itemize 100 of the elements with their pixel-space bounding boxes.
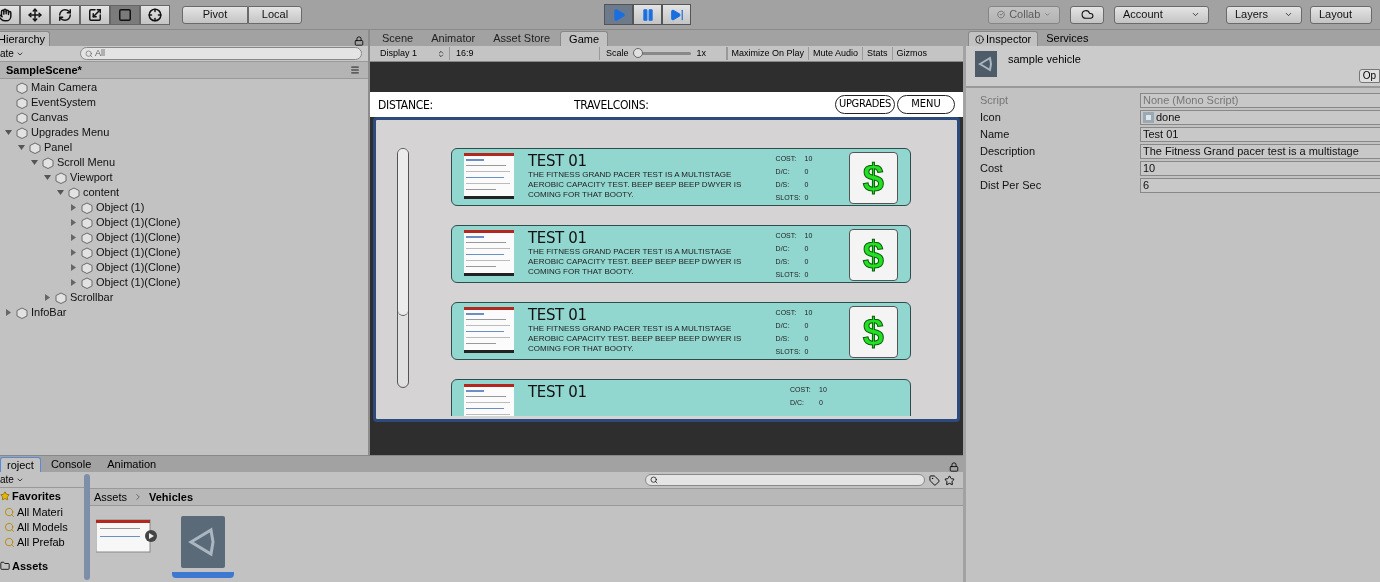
card-description: THE FITNESS GRAND PACER TEST IS A MULTISTAGE AEROBIC CAPACITY TEST. BEEP BEEP BEEP DWYER IS COMING FOR THAT BOOTY.	[528, 247, 743, 277]
collapsed-arrow-icon[interactable]	[69, 263, 78, 272]
transform-icon[interactable]	[140, 4, 170, 25]
hierarchy-item[interactable]: Scrollbar	[70, 289, 114, 306]
collapsed-arrow-icon[interactable]	[4, 308, 13, 317]
pause-button[interactable]	[633, 4, 662, 25]
hierarchy-item[interactable]: Object (1)(Clone)	[96, 229, 181, 246]
field-input[interactable]: The Fitness Grand pacer test is a multistage	[1140, 143, 1380, 159]
expanded-arrow-icon[interactable]	[56, 188, 65, 197]
field-input[interactable]: 10	[1140, 160, 1380, 176]
rect-icon[interactable]	[110, 4, 140, 25]
cube-icon	[55, 291, 67, 304]
favorites-label: Favorites	[12, 489, 61, 504]
view-tab[interactable]: Animator	[423, 31, 484, 46]
favorite-item[interactable]: All Materi	[17, 503, 63, 521]
cloud-button[interactable]	[1070, 5, 1104, 24]
search-icon	[85, 49, 93, 58]
panel-tab[interactable]: Console	[44, 457, 98, 472]
search-icon	[4, 536, 15, 548]
collapsed-arrow-icon[interactable]	[69, 278, 78, 287]
hierarchy-item[interactable]: Object (1)	[96, 199, 145, 216]
collapsed-arrow-icon[interactable]	[43, 293, 52, 302]
field-input[interactable]: Test 01	[1140, 126, 1380, 142]
asset-tile[interactable]	[172, 516, 234, 578]
breadcrumb-item[interactable]: Assets	[94, 488, 127, 506]
collapsed-arrow-icon[interactable]	[69, 218, 78, 227]
hierarchy-item[interactable]: InfoBar	[31, 304, 67, 321]
game-toolbar-button[interactable]: Maximize On Play	[726, 46, 809, 61]
local-button[interactable]: Local	[248, 5, 302, 24]
hierarchy-item[interactable]: Scroll Menu	[57, 154, 116, 171]
hierarchy-item[interactable]: Panel	[44, 139, 73, 156]
collapsed-arrow-icon[interactable]	[69, 233, 78, 242]
layout-button[interactable]: Layout	[1310, 5, 1372, 24]
game-toolbar-button[interactable]: Stats	[862, 46, 892, 61]
expanded-arrow-icon[interactable]	[43, 173, 52, 182]
slider-thumb[interactable]	[632, 48, 643, 58]
rotate-icon[interactable]	[50, 4, 80, 25]
card-title: TEST 01	[528, 307, 588, 324]
view-tab[interactable]: Game	[560, 31, 609, 46]
panel-tab[interactable]: Animation	[101, 457, 163, 472]
field-input[interactable]: 6	[1140, 177, 1380, 193]
cube-icon	[81, 201, 93, 214]
search-icon	[4, 521, 15, 533]
panel-tab[interactable]: roject	[0, 457, 41, 472]
hierarchy-item[interactable]: Canvas	[31, 109, 69, 126]
create-dropdown[interactable]: ate	[0, 46, 70, 61]
menu-icon[interactable]	[350, 65, 360, 75]
hierarchy-item[interactable]: Object (1)(Clone)	[96, 274, 181, 291]
pivot-button[interactable]: Pivot	[182, 5, 248, 24]
lock-icon[interactable]	[949, 462, 959, 472]
cube-icon	[16, 81, 28, 94]
view-tab[interactable]: Scene	[374, 31, 422, 46]
hierarchy-item[interactable]: Main Camera	[31, 79, 98, 96]
field-label: Dist Per Sec	[980, 177, 1043, 193]
open-button[interactable]: Op	[1358, 69, 1380, 83]
field-input[interactable]: done	[1140, 109, 1380, 125]
layers-button[interactable]: Layers	[1226, 5, 1302, 24]
expanded-arrow-icon[interactable]	[30, 158, 39, 167]
move-icon[interactable]	[20, 4, 50, 25]
image-icon	[1143, 111, 1154, 123]
search-icon	[4, 506, 15, 518]
hand-icon[interactable]	[0, 4, 20, 25]
aspect-dropdown[interactable]: 16:9	[450, 46, 600, 61]
hierarchy-item[interactable]: Upgrades Menu	[31, 124, 110, 141]
lock-icon[interactable]	[354, 36, 364, 46]
expanded-arrow-icon[interactable]	[4, 128, 13, 137]
game-toolbar-button[interactable]: Mute Audio	[808, 46, 863, 61]
field-label: Cost	[980, 160, 1004, 176]
display-dropdown[interactable]: Display 1	[370, 46, 450, 61]
cube-icon	[16, 96, 28, 109]
hierarchy-item[interactable]: Object (1)(Clone)	[96, 214, 181, 231]
game-toolbar-button[interactable]: Gizmos	[891, 46, 932, 61]
scale-icon[interactable]	[80, 4, 110, 25]
scrollbar-track[interactable]	[397, 148, 409, 388]
favorite-item[interactable]: All Prefab	[17, 533, 65, 551]
view-tab[interactable]: Asset Store	[485, 31, 559, 46]
search-field[interactable]	[645, 474, 925, 486]
account-button[interactable]: Account	[1114, 5, 1209, 24]
inspector-tab[interactable]: Services	[1040, 31, 1095, 46]
scrollbar-thumb[interactable]	[398, 149, 408, 316]
tag-icon[interactable]	[929, 474, 940, 486]
collapsed-arrow-icon[interactable]	[69, 203, 78, 212]
field-label: Name	[980, 126, 1011, 142]
hierarchy-item[interactable]: content	[83, 184, 120, 201]
collapsed-arrow-icon[interactable]	[69, 248, 78, 257]
scale-label: Scale	[606, 46, 629, 60]
inspector-tab[interactable]: Inspector	[968, 31, 1039, 46]
assets-label[interactable]: Assets	[12, 557, 49, 574]
favorite-item[interactable]: All Models	[17, 518, 68, 536]
hierarchy-item[interactable]: Object (1)(Clone)	[96, 259, 181, 276]
step-button[interactable]	[662, 4, 691, 25]
expanded-arrow-icon[interactable]	[17, 143, 26, 152]
star-icon[interactable]	[944, 474, 955, 486]
caret-icon	[1284, 10, 1293, 19]
updown-icon	[437, 49, 445, 58]
search-field[interactable]: All	[80, 47, 362, 60]
breadcrumb-item[interactable]: Vehicles	[149, 488, 194, 506]
hierarchy-item[interactable]: EventSystem	[31, 94, 96, 111]
hierarchy-item[interactable]: Object (1)(Clone)	[96, 244, 181, 261]
hierarchy-item[interactable]: Viewport	[70, 169, 113, 186]
